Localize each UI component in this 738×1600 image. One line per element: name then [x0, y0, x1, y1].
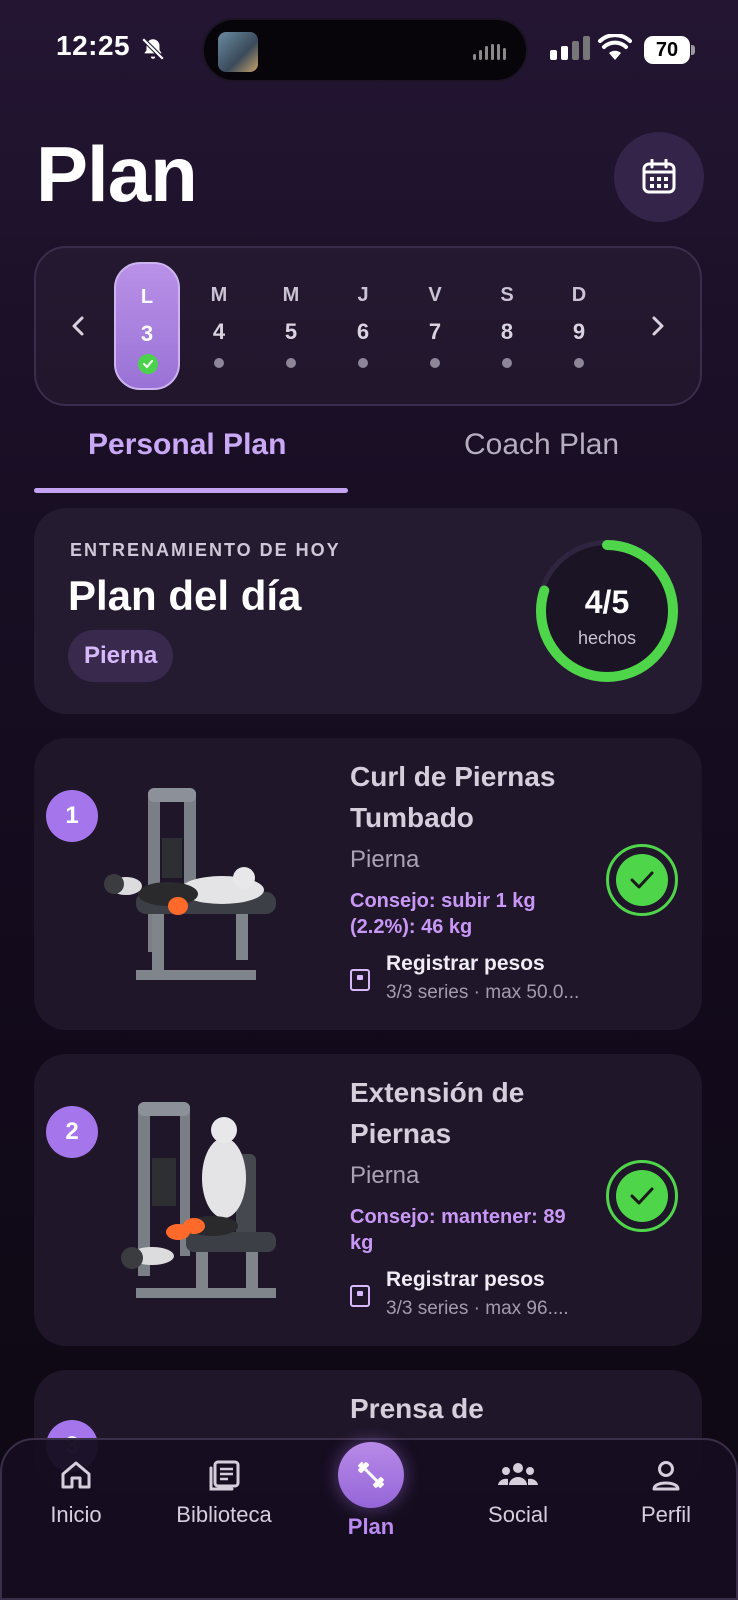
progress-ring: 4/5 hechos	[532, 536, 682, 686]
nav-label: Plan	[347, 1514, 395, 1539]
battery-icon: 70	[644, 36, 696, 64]
nav-inicio[interactable]: Inicio	[6, 1440, 146, 1560]
week-selector: L 3 M 4 M 5 J 6 V 7 S 8 D 9	[34, 246, 702, 406]
people-icon	[498, 1463, 538, 1485]
day-number: 4	[212, 319, 226, 344]
tab-active-indicator	[34, 488, 348, 493]
chevron-left-icon	[72, 316, 84, 336]
day-wednesday[interactable]: M 5	[258, 262, 324, 390]
nav-perfil[interactable]: Perfil	[596, 1440, 736, 1560]
wifi-icon	[598, 34, 632, 60]
exercise-category: Pierna	[350, 1162, 420, 1189]
today-workout-card[interactable]: ENTRENAMIENTO DE HOY Plan del día Pierna…	[34, 508, 702, 714]
audio-waveform-icon	[473, 44, 506, 60]
status-bar: 12:25 70	[0, 0, 738, 100]
leg-curl-machine-image	[104, 788, 276, 980]
day-number: 6	[356, 319, 370, 344]
next-week-button[interactable]	[642, 308, 674, 344]
day-thursday[interactable]: J 6	[330, 262, 396, 390]
user-icon	[652, 1461, 680, 1491]
day-letter: M	[210, 284, 228, 306]
check-icon	[630, 1187, 654, 1205]
day-monday[interactable]: L 3	[114, 262, 180, 390]
progress-label: hechos	[577, 628, 637, 648]
exercise-tip: Consejo: subir 1 kg (2.2%): 46 kg	[350, 890, 536, 938]
bell-muted-icon	[141, 37, 165, 61]
dumbbell-icon	[357, 1461, 385, 1489]
exercise-name: Extensión de Piernas	[350, 1077, 525, 1149]
day-number: 3	[140, 321, 154, 346]
log-title: Registrar pesos	[386, 952, 545, 975]
day-dot	[574, 358, 584, 368]
status-time: 12:25	[56, 30, 131, 61]
day-number: 7	[428, 319, 442, 344]
day-number: 9	[572, 319, 586, 344]
day-letter: J	[357, 284, 369, 306]
bottom-navigation: Inicio Biblioteca Plan Social Perfil	[0, 1438, 738, 1600]
day-sunday[interactable]: D 9	[546, 262, 612, 390]
calendar-icon	[642, 159, 676, 194]
today-overline: ENTRENAMIENTO DE HOY	[70, 540, 341, 560]
exercise-card[interactable]: 2 Extensión de Piernas Pierna Consejo: m…	[34, 1054, 702, 1346]
leg-extension-machine-image	[121, 1102, 276, 1298]
tab-coach-plan[interactable]: Coach Plan	[464, 428, 619, 462]
day-dot	[430, 358, 440, 368]
day-number: 8	[500, 319, 514, 344]
completed-toggle[interactable]	[606, 1160, 678, 1232]
day-dot	[214, 358, 224, 368]
now-playing-artwork	[218, 32, 258, 72]
day-friday[interactable]: V 7	[402, 262, 468, 390]
nav-biblioteca[interactable]: Biblioteca	[154, 1440, 294, 1560]
plan-tabs: Personal Plan Coach Plan	[34, 428, 702, 498]
muscle-group-tag: Pierna	[68, 630, 174, 682]
dynamic-island[interactable]	[202, 18, 528, 82]
progress-value: 4/5	[584, 584, 630, 620]
nav-label: Inicio	[50, 1502, 102, 1527]
exercise-category: Pierna	[350, 846, 420, 873]
nav-label: Social	[488, 1502, 548, 1527]
page-title: Plan	[36, 130, 198, 218]
day-dot	[358, 358, 368, 368]
nav-label: Perfil	[640, 1502, 692, 1527]
check-icon	[138, 354, 158, 374]
day-letter: L	[140, 286, 154, 308]
library-icon	[209, 1460, 240, 1491]
exercise-number: 1	[46, 790, 98, 842]
battery-level: 70	[644, 36, 690, 64]
nav-plan[interactable]: Plan	[301, 1440, 441, 1560]
day-tuesday[interactable]: M 4	[186, 262, 252, 390]
exercise-number: 2	[46, 1106, 98, 1158]
today-title: Plan del día	[68, 572, 302, 619]
exercise-tip: Consejo: mantener: 89 kg	[350, 1206, 566, 1254]
scale-icon	[350, 1285, 370, 1307]
nav-social[interactable]: Social	[448, 1440, 588, 1560]
day-letter: S	[500, 284, 514, 306]
day-dot	[502, 358, 512, 368]
day-letter: D	[571, 284, 587, 306]
previous-week-button[interactable]	[62, 308, 94, 344]
exercise-name: Prensa de	[350, 1393, 484, 1424]
day-letter: M	[282, 284, 300, 306]
nav-label: Biblioteca	[176, 1502, 272, 1527]
exercise-name: Curl de Piernas Tumbado	[350, 761, 556, 833]
exercise-card[interactable]: 1 Curl de Piernas Tumbado Pierna Consejo…	[34, 738, 702, 1030]
tab-personal-plan[interactable]: Personal Plan	[88, 428, 286, 462]
log-title: Registrar pesos	[386, 1268, 545, 1291]
day-dot	[286, 358, 296, 368]
check-icon	[630, 871, 654, 889]
day-saturday[interactable]: S 8	[474, 262, 540, 390]
calendar-button[interactable]	[614, 132, 704, 222]
cellular-signal-icon	[550, 36, 590, 60]
log-summary: 3/3 series · max 96....	[386, 1298, 569, 1319]
scale-icon	[350, 969, 370, 991]
log-weights-button[interactable]: Registrar pesos 3/3 series · max 50.0...	[350, 952, 620, 1012]
log-weights-button[interactable]: Registrar pesos 3/3 series · max 96....	[350, 1268, 620, 1328]
day-number: 5	[284, 319, 298, 344]
chevron-right-icon	[652, 316, 664, 336]
home-icon	[61, 1461, 91, 1489]
day-letter: V	[428, 284, 442, 306]
log-summary: 3/3 series · max 50.0...	[386, 982, 580, 1003]
completed-toggle[interactable]	[606, 844, 678, 916]
